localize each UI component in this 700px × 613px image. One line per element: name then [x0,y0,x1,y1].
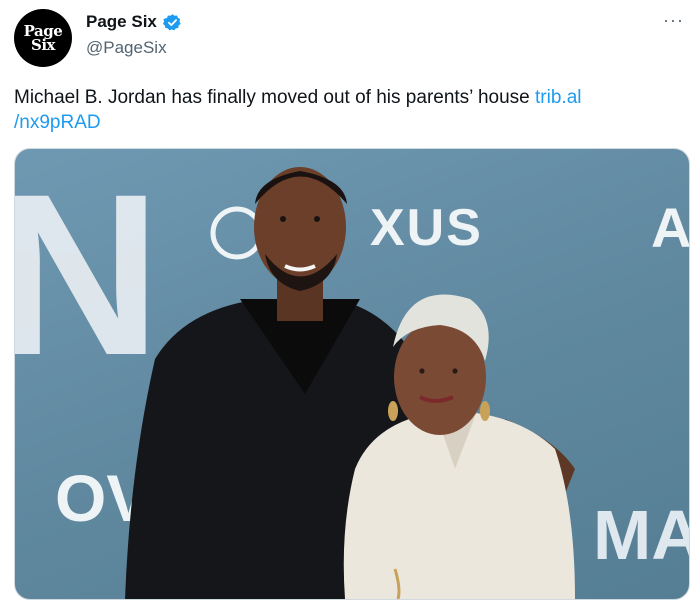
more-options-icon[interactable]: ··· [663,10,684,31]
tweet-text: Michael B. Jordan has finally moved out … [14,85,674,135]
backdrop-letter-n: N [15,149,161,403]
backdrop-brand-text: XUS [370,199,483,257]
page-six-avatar[interactable]: Page Six [14,9,72,67]
account-handle[interactable]: @PageSix [86,38,167,58]
display-name[interactable]: Page Six [86,12,157,32]
brand-logo-mark [210,206,264,260]
tweet-link-part2: /nx9pRAD [14,112,101,133]
verified-badge-icon [162,13,181,30]
tweet-link-part1: trib.al [535,87,582,108]
tweet-photo[interactable]: N XUS A OV MA [14,148,690,600]
avatar-text-six: Six [31,36,55,54]
backdrop-text-ma: MA [593,496,689,574]
backdrop-letter-a: A [651,196,689,259]
tweet-body: Michael B. Jordan has finally moved out … [14,87,536,108]
account-name-row: Page Six [86,12,182,32]
photo-illustration: N XUS A OV MA [15,149,689,599]
